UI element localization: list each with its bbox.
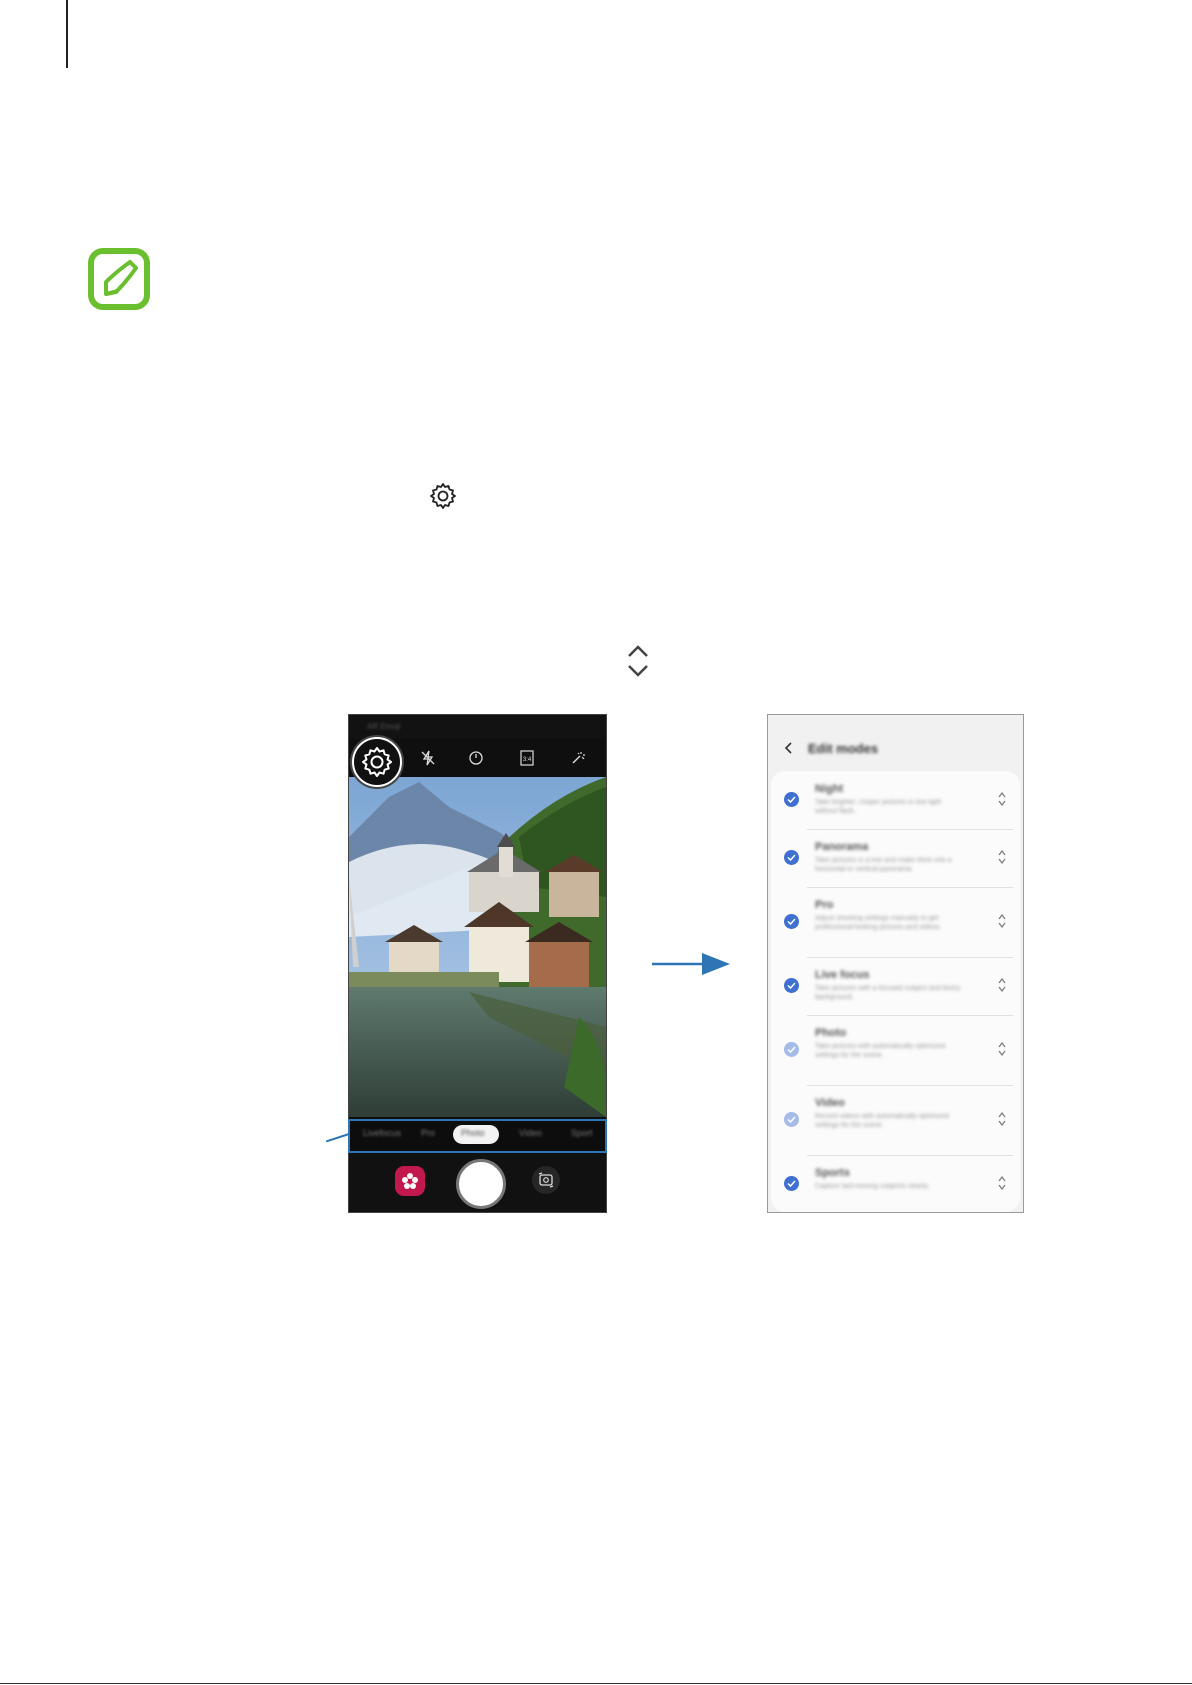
mode-name: Sports	[815, 1167, 850, 1179]
settings-icon	[362, 747, 392, 777]
arrow-right-icon	[652, 953, 730, 975]
footer-rule	[0, 1683, 1192, 1684]
mode-row-live-focus[interactable]: Live focus Take pictures with a focused …	[771, 957, 1020, 1015]
reorder-icon[interactable]	[997, 977, 1007, 993]
flower-icon	[402, 1173, 418, 1189]
effects-icon[interactable]	[569, 749, 587, 767]
bixby-vision-button[interactable]	[395, 1166, 425, 1196]
switch-camera-button[interactable]	[532, 1166, 560, 1194]
shutter-button[interactable]	[456, 1159, 506, 1209]
mode-description: Take pictures with a focused subject and…	[815, 985, 961, 1001]
mode-row-night[interactable]: Night Take brighter, crisper pictures in…	[771, 771, 1020, 829]
mode-row-video[interactable]: Video Record videos with automatically o…	[771, 1085, 1020, 1155]
mode-description: Record videos with automatically optimiz…	[815, 1113, 949, 1129]
ratio-3-4-icon[interactable]: 3:4	[518, 749, 536, 767]
mode-description: Take brighter, crisper pictures in low l…	[815, 799, 942, 815]
mode-name: Panorama	[815, 841, 869, 853]
check-icon[interactable]	[784, 850, 799, 865]
check-icon	[784, 1042, 799, 1057]
back-icon[interactable]	[782, 741, 796, 755]
check-icon[interactable]	[784, 978, 799, 993]
settings-gear-icon	[430, 483, 456, 509]
mode-name: Video	[815, 1097, 845, 1109]
reorder-updown-icon	[628, 645, 648, 677]
check-icon	[784, 1112, 799, 1127]
check-icon[interactable]	[784, 1176, 799, 1191]
reorder-icon[interactable]	[997, 1111, 1007, 1127]
mode-description: Take pictures in a line and make them in…	[815, 857, 952, 873]
mode-description: Capture fast-moving subjects clearly.	[815, 1183, 930, 1190]
mode-row-pro[interactable]: Pro Adjust shooting settings manually to…	[771, 887, 1020, 957]
camera-viewfinder	[349, 777, 606, 1117]
edit-modes-header: Edit modes	[768, 715, 1023, 771]
mode-description: Take pictures with automatically optimiz…	[815, 1043, 946, 1059]
status-text: AR Emoji	[367, 722, 401, 731]
edit-modes-screen: Edit modes Night Take brighter, crisper …	[767, 714, 1024, 1213]
timer-off-icon[interactable]	[467, 749, 485, 767]
check-icon[interactable]	[784, 792, 799, 807]
callout-pointer	[325, 1133, 350, 1143]
check-icon[interactable]	[784, 914, 799, 929]
modes-list: Night Take brighter, crisper pictures in…	[771, 771, 1020, 1212]
reorder-icon[interactable]	[997, 849, 1007, 865]
mode-row-panorama[interactable]: Panorama Take pictures in a line and mak…	[771, 829, 1020, 887]
note-icon	[88, 248, 150, 310]
ratio-label: 3:4	[523, 757, 532, 763]
mode-name: Live focus	[815, 969, 870, 981]
mode-name: Night	[815, 783, 844, 795]
mode-description: Adjust shooting settings manually to get…	[815, 915, 942, 931]
mode-name: Photo	[815, 1027, 847, 1039]
reorder-icon[interactable]	[997, 913, 1007, 929]
reorder-icon[interactable]	[997, 791, 1007, 807]
reorder-icon[interactable]	[997, 1175, 1007, 1191]
mode-row-photo[interactable]: Photo Take pictures with automatically o…	[771, 1015, 1020, 1085]
reorder-icon[interactable]	[997, 1041, 1007, 1057]
status-bar: AR Emoji	[349, 715, 606, 739]
camera-settings-button[interactable]	[352, 737, 402, 787]
margin-rule	[66, 0, 68, 68]
mode-name: Pro	[815, 899, 834, 911]
page-title: Edit modes	[808, 741, 879, 756]
mode-row-sports[interactable]: Sports Capture fast-moving subjects clea…	[771, 1155, 1020, 1212]
modes-list-highlight	[348, 1119, 607, 1153]
flash-off-icon[interactable]	[419, 749, 437, 767]
switch-camera-icon	[538, 1172, 554, 1188]
